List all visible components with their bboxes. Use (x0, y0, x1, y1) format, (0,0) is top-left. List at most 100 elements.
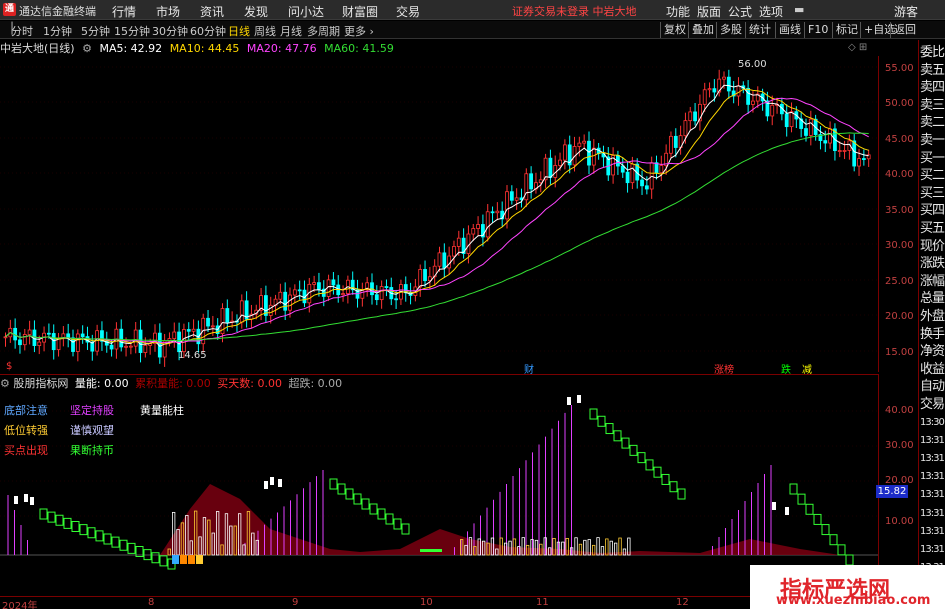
period-monthly[interactable]: 月线 (280, 23, 302, 39)
price-tick: 25.00 (885, 276, 914, 287)
adjust-button[interactable]: 复权 (660, 22, 689, 38)
sell-signal-box (637, 452, 646, 464)
menu-quotes[interactable]: 行情 (112, 3, 136, 20)
period-30min[interactable]: 30分钟 (152, 23, 188, 39)
candle-body (683, 120, 688, 137)
app-logo-icon: 通 (3, 3, 16, 16)
chart-options-icon[interactable]: ◇ ⊞ (848, 42, 867, 53)
sell-signal-box (385, 513, 394, 525)
period-60min[interactable]: 60分钟 (190, 23, 226, 39)
sell-signal-box (805, 503, 814, 515)
candle-body (712, 88, 717, 93)
login-notice[interactable]: 证券交易未登录 中岩大地 (512, 3, 637, 19)
ma5-line (5, 84, 869, 347)
period-5min[interactable]: 5分钟 (81, 23, 110, 39)
menu-formula[interactable]: 公式 (728, 3, 752, 20)
candle-body (442, 252, 447, 269)
candle-body (278, 291, 283, 300)
event-mark-dividend[interactable]: $ (6, 361, 12, 372)
candle-body (191, 328, 196, 332)
candle-body (75, 333, 80, 352)
period-multi[interactable]: 多周期 (307, 23, 340, 39)
price-tick: 30.00 (885, 240, 914, 251)
candle-body (360, 289, 365, 299)
candle-body (437, 252, 442, 267)
candle-body (722, 76, 726, 80)
ma10-line (5, 88, 869, 345)
peak-marker (270, 477, 274, 485)
sell-signal-box (789, 483, 798, 495)
legend-low-turn-strong: 低位转强 (4, 424, 48, 437)
quote-panel-item: 13:31 (920, 434, 945, 446)
candle-body (109, 344, 114, 350)
menu-layout[interactable]: 版面 (697, 3, 721, 20)
mark-button[interactable]: 标记 (832, 22, 861, 38)
quote-panel-item: 收益 (920, 361, 945, 377)
menu-wealth-circle[interactable]: 财富圈 (342, 3, 378, 20)
date-label: 10 (420, 597, 433, 608)
candle-body (394, 298, 399, 301)
ma20-label: MA20: 47.76 (246, 42, 317, 55)
candle-body (505, 191, 509, 220)
candle-body (669, 135, 673, 154)
overlay-button[interactable]: 叠加 (688, 22, 717, 38)
candle-body (625, 171, 630, 184)
candle-body (861, 158, 866, 160)
period-1min[interactable]: 1分钟 (43, 23, 72, 39)
sell-signal-box (345, 488, 354, 500)
quote-panel-item: 买五 (920, 221, 945, 236)
candle-body (206, 317, 210, 327)
period-tick[interactable]: 分时 (11, 23, 33, 39)
candle-body (124, 345, 128, 348)
sell-signal-box (337, 483, 346, 495)
statistics-button[interactable]: 统计 (745, 22, 774, 38)
date-axis-line (0, 596, 878, 597)
indicator-chart[interactable] (0, 389, 878, 596)
menu-discover[interactable]: 发现 (244, 3, 268, 20)
sell-signal-box (39, 508, 48, 520)
sell-signal-box (103, 533, 112, 545)
menu-news[interactable]: 资讯 (200, 3, 224, 20)
menu-options[interactable]: 选项 (759, 3, 783, 20)
candle-body (471, 228, 476, 235)
candle-body (702, 89, 707, 105)
candle-body (27, 329, 32, 335)
candle-body (119, 328, 124, 348)
minimize-icon[interactable]: ▬ (794, 3, 804, 16)
settings-icon[interactable]: ⚙ (82, 42, 92, 55)
ma20-line (5, 97, 869, 344)
candle-body (379, 286, 384, 301)
sell-signal-box (605, 423, 614, 435)
candle-body (514, 197, 519, 201)
menu-function[interactable]: 功能 (666, 3, 690, 20)
candle-body (524, 173, 529, 201)
quote-panel-item: 13:30 (920, 416, 945, 428)
period-weekly[interactable]: 周线 (254, 23, 276, 39)
period-15min[interactable]: 15分钟 (114, 23, 150, 39)
period-daily[interactable]: 日线 (228, 23, 250, 39)
guest-label[interactable]: 游客 (894, 3, 918, 20)
multi-stock-button[interactable]: 多股 (716, 22, 745, 38)
buy-point-block (196, 555, 203, 564)
candle-body (331, 279, 336, 286)
candle-body (186, 329, 191, 332)
sell-signal-box (151, 552, 160, 564)
candle-body (751, 100, 755, 105)
menu-trade[interactable]: 交易 (396, 3, 420, 20)
menu-market[interactable]: 市场 (156, 3, 180, 20)
f10-button[interactable]: F10 (804, 22, 831, 38)
draw-line-button[interactable]: 画线 (775, 22, 804, 38)
menu-ask[interactable]: 问小达 (288, 3, 324, 20)
candle-body (644, 185, 649, 190)
quote-panel-item[interactable]: 交易 (920, 396, 945, 413)
sell-signal-box (837, 544, 846, 556)
short-signal-bar (420, 549, 442, 552)
quote-panel-item[interactable]: 自动 (920, 378, 945, 395)
quote-panel-item: 13:31 (920, 544, 945, 555)
candle-body (784, 113, 789, 128)
current-value-badge: 15.82 (876, 485, 908, 498)
candlestick-chart[interactable] (0, 56, 878, 372)
period-more[interactable]: 更多 › (344, 23, 374, 39)
sell-signal-box (589, 408, 598, 420)
back-button[interactable]: 返回 (890, 22, 919, 38)
